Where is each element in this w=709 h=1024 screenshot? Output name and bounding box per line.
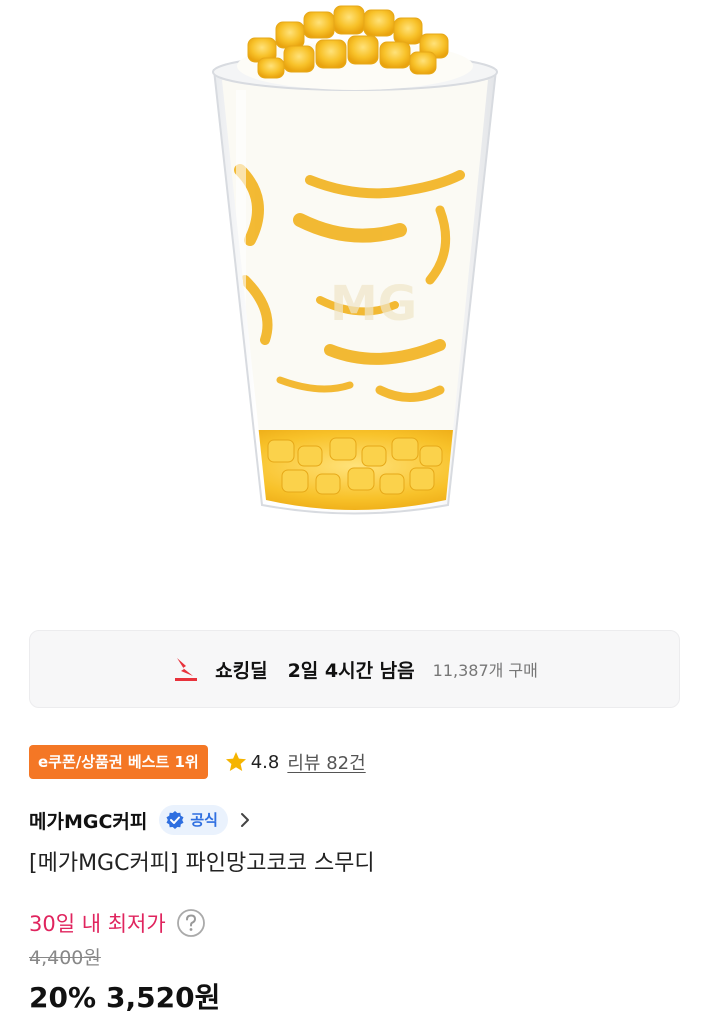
brand-row[interactable]: 메가MGC커피 공식 [29,802,252,838]
deal-time-left: 2일 4시간 남음 [287,659,415,682]
rating-value: 4.8 [250,751,280,773]
product-title: [메가MGC커피] 파인망고코코 스무디 [29,851,375,876]
badge-row: e쿠폰/상품권 베스트 1위 4.8 리뷰 82건 [29,744,366,780]
product-image[interactable]: MG [0,0,709,610]
original-price: 4,400원 [29,947,101,969]
sale-price: 3,520원 [106,981,221,1014]
review-link[interactable]: 리뷰 82건 [287,749,365,775]
sale-price-row: 20% 3,520원 [29,976,220,1016]
smoothie-cup-image: MG [212,5,498,515]
official-badge: 공식 [159,805,228,835]
deal-title: 쇼킹딜 [215,659,268,682]
chevron-right-icon[interactable] [238,810,252,830]
lowest-price-row: 30일 내 최저가 [29,906,206,940]
help-question-icon[interactable] [176,908,206,938]
shocking-deal-icon [175,658,198,681]
verified-check-icon [166,811,184,829]
best-seller-badge: e쿠폰/상품권 베스트 1위 [29,745,208,779]
brand-name[interactable]: 메가MGC커피 [29,807,147,834]
svg-text:MG: MG [330,276,417,332]
star-icon [225,752,246,771]
shocking-deal-bar[interactable]: 쇼킹딜 2일 4시간 남음 11,387개 구매 [29,630,680,708]
lowest-price-label: 30일 내 최저가 [29,912,166,936]
official-label: 공식 [190,811,218,829]
discount-rate: 20% [29,981,97,1014]
purchase-count: 11,387개 구매 [432,661,538,680]
